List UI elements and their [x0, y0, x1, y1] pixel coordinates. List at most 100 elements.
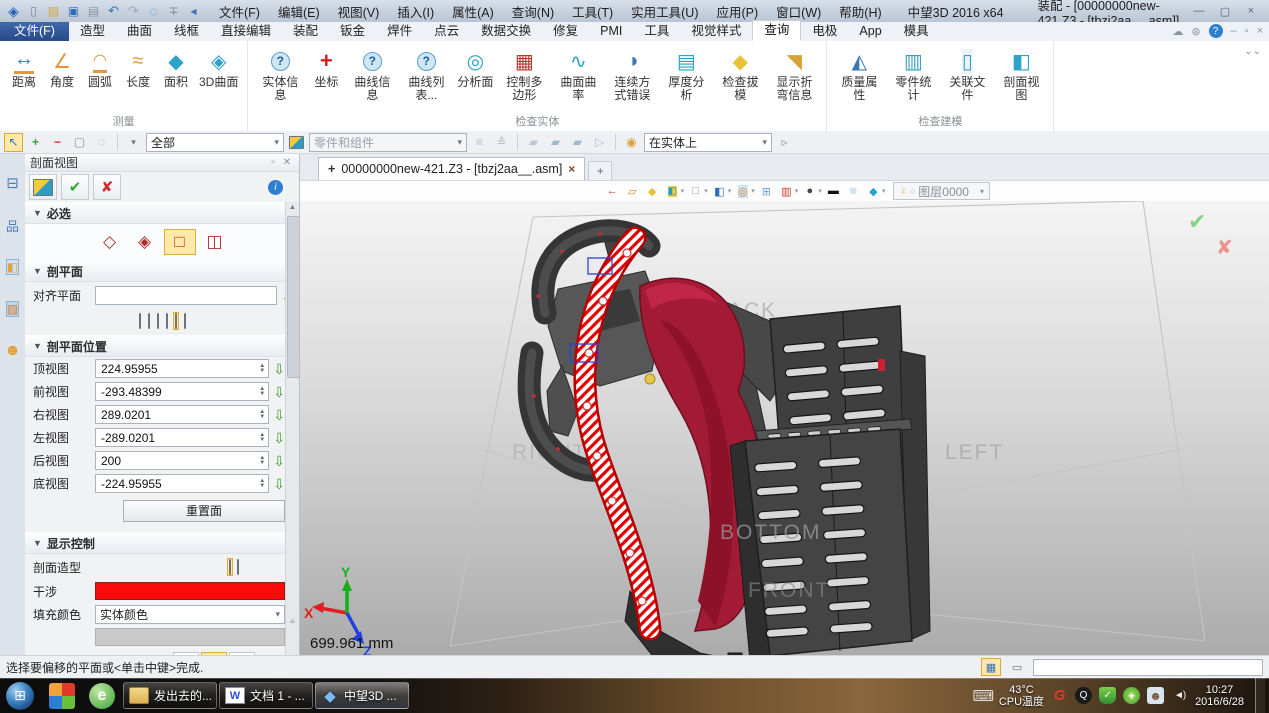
doc-minimize-icon[interactable]: – — [1231, 25, 1237, 37]
viewport-tool[interactable] — [759, 184, 775, 198]
section-header-required[interactable]: ▼必选 — [25, 202, 299, 224]
menu-item[interactable]: 帮助(H) — [831, 0, 889, 23]
settings-icon[interactable]: ⊛ — [1191, 25, 1200, 38]
viewport-tool-caret[interactable]: ▾ — [795, 187, 799, 195]
spinner-control[interactable]: ▲▼ — [258, 364, 266, 374]
quick-access-icon[interactable] — [186, 4, 201, 19]
ribbon-button[interactable]: 分析面 — [454, 44, 496, 91]
start-button[interactable]: ⊞ — [6, 682, 34, 710]
plane-offset-input[interactable] — [101, 454, 258, 468]
lasso-select-icon[interactable]: ◌ — [92, 133, 111, 152]
pick-offset-icon[interactable]: ⇩ — [273, 362, 285, 376]
plane-preset-cube[interactable] — [146, 312, 152, 330]
plane-offset-field[interactable]: ▲▼ — [95, 405, 269, 424]
snap-pick-icon[interactable]: ▹ — [775, 133, 794, 152]
viewport-tool-caret[interactable]: ▾ — [751, 187, 755, 195]
ribbon-button[interactable]: 圆弧 — [82, 44, 118, 91]
scroll-up-arrow[interactable]: ▲ — [286, 202, 299, 214]
remove-selection-icon[interactable]: − — [48, 133, 67, 152]
ribbon-button[interactable]: 关联文件 — [941, 44, 993, 104]
menu-item[interactable]: 工具(T) — [564, 0, 621, 23]
tray-app-icon[interactable] — [1099, 687, 1116, 704]
ribbon-tab[interactable]: 数据交换 — [470, 22, 542, 41]
status-input-field[interactable] — [1033, 659, 1263, 676]
snap-b-icon[interactable]: ▰ — [546, 133, 565, 152]
ribbon-tab[interactable]: 文件(F) — [0, 22, 69, 41]
plane-offset-field[interactable]: ▲▼ — [95, 359, 269, 378]
dock-manager-icon[interactable] — [0, 296, 25, 322]
viewport-tool[interactable]: ▾ — [665, 184, 685, 198]
ribbon-button[interactable]: 质量属性 — [833, 44, 885, 104]
section-tool-icon[interactable] — [29, 174, 57, 200]
align-plane-input[interactable] — [101, 289, 274, 303]
pick-offset-icon[interactable]: ⇩ — [273, 385, 285, 399]
taskbar-app-button[interactable]: 中望3D ... — [315, 682, 409, 709]
ribbon-tab[interactable]: 直接编辑 — [210, 22, 282, 41]
shape-option-cube[interactable] — [235, 558, 241, 576]
plane-preset-cube[interactable] — [137, 312, 143, 330]
spinner-control[interactable]: ▲▼ — [258, 410, 266, 420]
ribbon-button[interactable]: 厚度分析 — [660, 44, 712, 104]
menu-item[interactable]: 文件(F) — [211, 0, 268, 23]
viewport-tool[interactable]: ▾ — [779, 184, 799, 198]
viewport-tool-caret[interactable]: ▾ — [681, 187, 685, 195]
section-header-position[interactable]: ▼剖平面位置 — [25, 335, 299, 357]
cloud-icon[interactable]: ☁ — [1172, 25, 1183, 38]
dock-manager-icon[interactable] — [0, 254, 25, 280]
keyboard-icon[interactable] — [975, 687, 992, 704]
snap-a-icon[interactable]: ▰ — [524, 133, 543, 152]
menu-item[interactable]: 视图(V) — [330, 0, 388, 23]
layer-combo[interactable]: ♀ ○ 图层0000 ▾ — [893, 182, 990, 200]
plane-offset-field[interactable]: ▲▼ — [95, 428, 269, 447]
new-tab-button[interactable]: + — [588, 161, 612, 180]
spinner-control[interactable]: ▲▼ — [258, 387, 266, 397]
ribbon-tab[interactable]: 工具 — [633, 22, 680, 41]
ribbon-tab[interactable]: 钣金 — [329, 22, 376, 41]
ribbon-button[interactable]: 曲线列表... — [400, 44, 452, 104]
viewport-tool[interactable]: ▾ — [688, 184, 708, 198]
ribbon-button[interactable]: 角度 — [44, 44, 80, 91]
ribbon-button[interactable]: 控制多边形 — [498, 44, 550, 104]
pick-offset-icon[interactable]: ⇩ — [273, 454, 285, 468]
scope-filter-combo[interactable]: 全部▾ — [146, 133, 284, 152]
spinner-control[interactable]: ▲▼ — [258, 433, 266, 443]
pick-arrow-icon[interactable]: ↖ — [4, 133, 23, 152]
snap-mode-combo[interactable]: 在实体上▾ — [644, 133, 772, 152]
shape-option-cube[interactable] — [227, 558, 233, 576]
quick-access-icon[interactable] — [146, 4, 161, 19]
plane-preset-cube[interactable] — [182, 312, 188, 330]
viewport-tool[interactable] — [645, 184, 661, 198]
confirm-button[interactable]: ✔ — [61, 174, 89, 200]
pick-offset-icon[interactable]: ⇩ — [273, 477, 285, 491]
show-desktop-button[interactable] — [1255, 678, 1265, 713]
viewport-tool[interactable] — [605, 184, 621, 198]
minimize-button[interactable]: — — [1189, 5, 1209, 18]
ribbon-tab[interactable]: 装配 — [282, 22, 329, 41]
snap-c-icon[interactable]: ▰ — [568, 133, 587, 152]
ribbon-tab[interactable]: 电极 — [801, 22, 848, 41]
align-plane-field[interactable] — [95, 286, 277, 305]
plane-offset-input[interactable] — [101, 431, 258, 445]
group-icon[interactable]: ≙ — [492, 133, 511, 152]
quick-access-icon[interactable] — [26, 4, 41, 19]
viewport-tool[interactable] — [625, 184, 641, 198]
plane-preset-cube[interactable] — [173, 312, 179, 330]
ribbon-button[interactable]: 面积 — [158, 44, 194, 91]
viewport-tool[interactable]: ▾ — [735, 184, 755, 198]
ribbon-tab[interactable]: 线框 — [163, 22, 210, 41]
section-mode-icon[interactable] — [164, 229, 196, 255]
viewport-tool-caret[interactable]: ▾ — [704, 187, 708, 195]
dock-manager-icon[interactable] — [0, 170, 25, 196]
quick-access-icon[interactable] — [126, 4, 141, 19]
quick-access-icon[interactable] — [46, 4, 61, 19]
layer-caret[interactable]: ▾ — [980, 187, 984, 196]
help-icon[interactable]: ? — [1209, 24, 1223, 38]
plane-offset-input[interactable] — [101, 408, 258, 422]
ribbon-button[interactable]: 坐标 — [308, 44, 344, 91]
ribbon-tab[interactable]: 造型 — [69, 22, 116, 41]
pick-offset-icon[interactable]: ⇩ — [273, 408, 285, 422]
document-tab[interactable]: + 00000000new-421.Z3 - [tbzj2aa__.asm] × — [318, 157, 585, 180]
doc-close-icon[interactable]: × — [1257, 25, 1263, 37]
quick-access-icon[interactable] — [6, 4, 21, 19]
add-selection-icon[interactable]: + — [26, 133, 45, 152]
